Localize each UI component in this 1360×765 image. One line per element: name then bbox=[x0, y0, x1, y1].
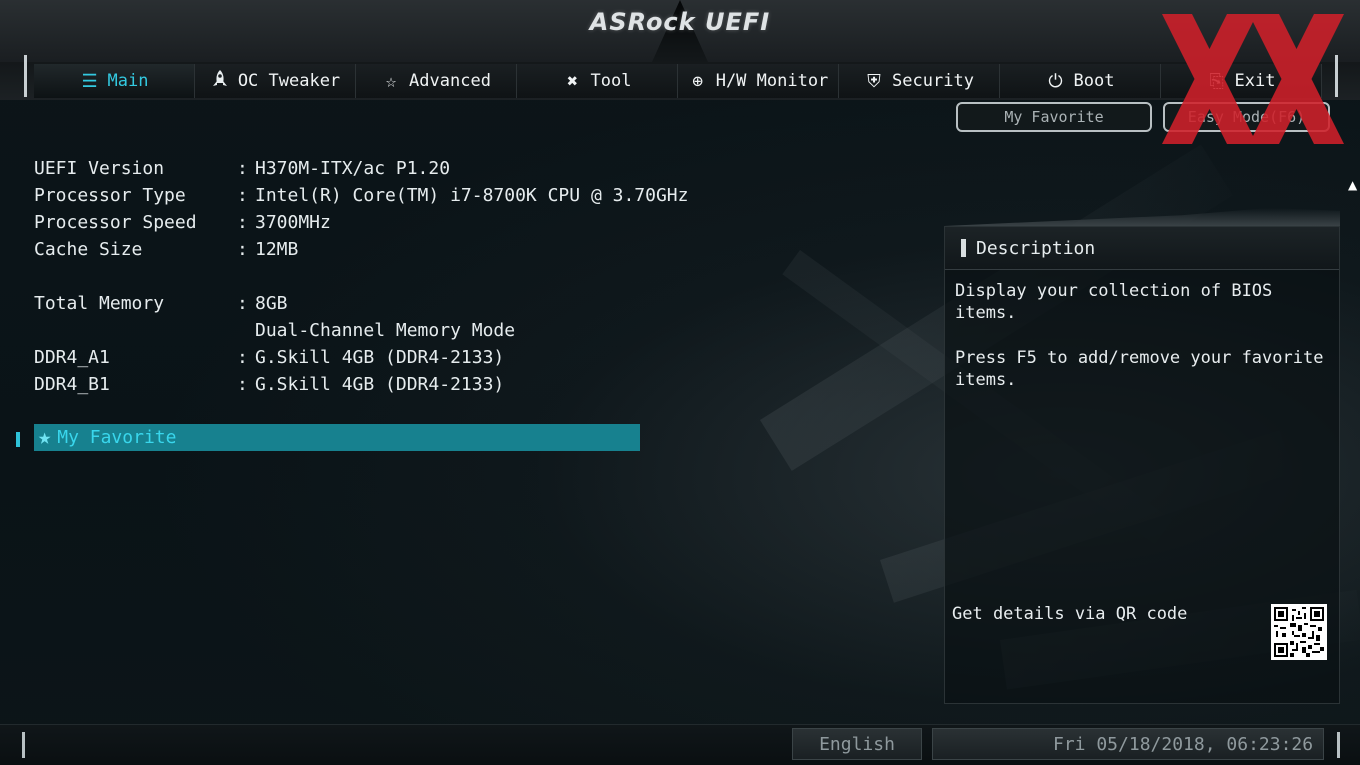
tab-tool[interactable]: ✖ Tool bbox=[517, 64, 678, 98]
power-icon: ⏻ bbox=[1048, 70, 1063, 92]
star-icon: ★ bbox=[38, 425, 52, 450]
info-value: 12MB bbox=[255, 239, 299, 260]
info-value: 8GB bbox=[255, 293, 288, 314]
language-selector[interactable]: English bbox=[792, 728, 922, 760]
info-separator: : bbox=[237, 212, 248, 233]
info-label: DDR4_A1 bbox=[34, 347, 110, 368]
tab-label: Tool bbox=[590, 71, 632, 91]
info-label: Processor Speed bbox=[34, 212, 197, 233]
datetime-display: Fri 05/18/2018, 06:23:26 bbox=[932, 728, 1324, 760]
exit-icon: ⎘ bbox=[1209, 70, 1224, 92]
tab-label: Boot bbox=[1073, 71, 1115, 91]
description-header-bar bbox=[961, 239, 966, 257]
main-tab-bar: ☰ Main OC Tweaker ☆ Advanced ✖ Tool ⊕ H/… bbox=[34, 64, 1334, 98]
info-value: 3700MHz bbox=[255, 212, 331, 233]
info-row-uefi-version: UEFI Version : H370M-ITX/ac P1.20 bbox=[34, 155, 654, 182]
info-row-total-memory: Total Memory : 8GB bbox=[34, 290, 654, 317]
info-separator: : bbox=[237, 185, 248, 206]
crosshair-icon: ⊕ bbox=[692, 70, 704, 92]
tools-icon: ✖ bbox=[567, 70, 578, 92]
footer-right-edge bbox=[1337, 732, 1340, 758]
info-label: UEFI Version bbox=[34, 158, 165, 179]
tab-security[interactable]: ⛨ Security bbox=[839, 64, 1000, 98]
tab-boot[interactable]: ⏻ Boot bbox=[1000, 64, 1161, 98]
favorite-label: My Favorite bbox=[57, 427, 177, 448]
info-row-cache-size: Cache Size : 12MB bbox=[34, 236, 654, 263]
tab-label: Security bbox=[892, 71, 974, 91]
tab-label: Exit bbox=[1234, 71, 1276, 91]
selection-marker bbox=[16, 432, 20, 447]
info-label: Cache Size bbox=[34, 239, 143, 260]
info-value: Dual-Channel Memory Mode bbox=[255, 320, 516, 341]
info-value: Intel(R) Core(TM) i7-8700K CPU @ 3.70GHz bbox=[255, 185, 689, 206]
info-separator: : bbox=[237, 374, 248, 395]
uefi-screen: ASRock UEFI ☰ Main OC Tweaker ☆ Advanced… bbox=[0, 0, 1360, 765]
header-left-edge bbox=[24, 55, 27, 97]
info-row-processor-speed: Processor Speed : 3700MHz bbox=[34, 209, 654, 236]
info-separator: : bbox=[237, 158, 248, 179]
easy-mode-button[interactable]: Easy Mode(F6) bbox=[1163, 102, 1330, 132]
info-label: DDR4_B1 bbox=[34, 374, 110, 395]
info-separator: : bbox=[237, 293, 248, 314]
description-header: Description bbox=[945, 227, 1339, 270]
qr-code-icon bbox=[1274, 607, 1324, 657]
star-icon: ☆ bbox=[385, 70, 397, 92]
description-text: Display your collection of BIOS items. bbox=[955, 281, 1273, 323]
footer-left-edge bbox=[22, 732, 25, 758]
info-row-ddr4-a1: DDR4_A1 : G.Skill 4GB (DDR4-2133) bbox=[34, 344, 654, 371]
list-icon: ☰ bbox=[81, 70, 98, 92]
tab-label: Main bbox=[107, 71, 149, 91]
tab-label: H/W Monitor bbox=[715, 71, 829, 91]
tab-hw-monitor[interactable]: ⊕ H/W Monitor bbox=[678, 64, 839, 98]
tab-advanced[interactable]: ☆ Advanced bbox=[356, 64, 517, 98]
info-label: Processor Type bbox=[34, 185, 186, 206]
description-body: Display your collection of BIOS items. P… bbox=[945, 270, 1339, 391]
info-separator: : bbox=[237, 347, 248, 368]
tab-main[interactable]: ☰ Main bbox=[34, 64, 195, 98]
info-value: G.Skill 4GB (DDR4-2133) bbox=[255, 347, 505, 368]
my-favorite-button[interactable]: My Favorite bbox=[956, 102, 1152, 132]
tab-label: Advanced bbox=[409, 71, 491, 91]
info-label: Total Memory bbox=[34, 293, 165, 314]
info-row-memory-mode: Dual-Channel Memory Mode bbox=[34, 317, 654, 344]
tab-exit[interactable]: ⎘ Exit bbox=[1161, 64, 1322, 98]
tab-label: OC Tweaker bbox=[237, 71, 341, 91]
info-separator: : bbox=[237, 239, 248, 260]
shield-icon: ⛨ bbox=[867, 70, 881, 92]
system-info-list: UEFI Version : H370M-ITX/ac P1.20 Proces… bbox=[34, 155, 688, 398]
qr-code-label: Get details via QR code bbox=[952, 604, 1188, 624]
info-value: G.Skill 4GB (DDR4-2133) bbox=[255, 374, 505, 395]
info-row-processor-type: Processor Type : Intel(R) Core(TM) i7-87… bbox=[34, 182, 688, 209]
rocket-icon bbox=[210, 69, 230, 94]
mouse-cursor-icon: ▲ bbox=[1348, 178, 1358, 192]
description-title: Description bbox=[976, 237, 1096, 259]
header-right-edge bbox=[1335, 55, 1338, 97]
asrock-uefi-logo: ASRock UEFI bbox=[589, 8, 771, 36]
tab-oc-tweaker[interactable]: OC Tweaker bbox=[195, 64, 356, 98]
qr-code-image bbox=[1271, 604, 1327, 660]
info-row-ddr4-b1: DDR4_B1 : G.Skill 4GB (DDR4-2133) bbox=[34, 371, 654, 398]
info-value: H370M-ITX/ac P1.20 bbox=[255, 158, 451, 179]
my-favorite-item[interactable]: ★ My Favorite bbox=[34, 424, 640, 451]
description-text: Press F5 to add/remove your favorite ite… bbox=[955, 348, 1324, 390]
